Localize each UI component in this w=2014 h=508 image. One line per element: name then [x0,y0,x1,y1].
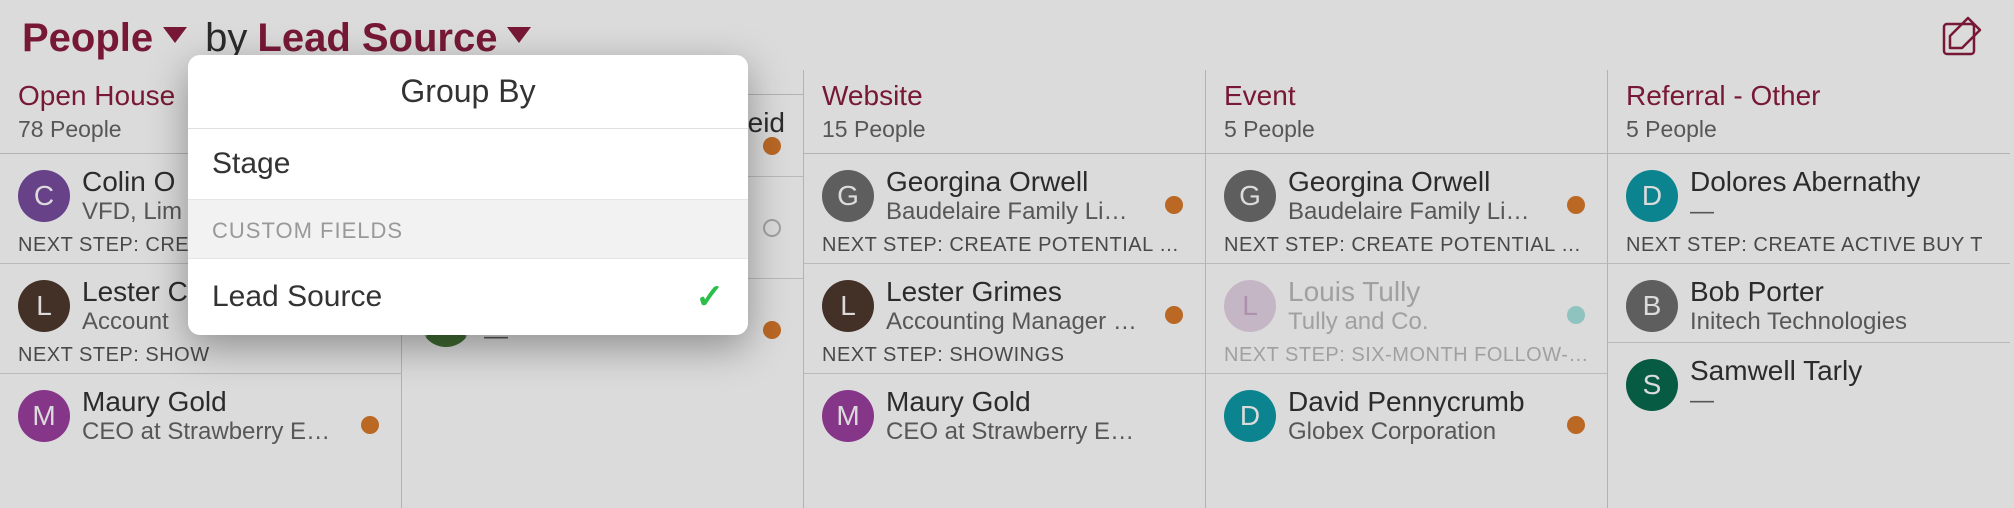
person-name: Georgina Orwell [1288,166,1548,198]
person-card[interactable]: L Louis TullyTully and Co. NEXT STEP: SIX-… [1206,264,1607,374]
person-subtitle: — [1690,387,1862,415]
popover-item-label: Lead Source [212,280,382,314]
person-subtitle: Account [82,308,188,336]
next-step-label: NEXT STEP: SIX-MONTH FOLLOW-UP [1224,344,1589,367]
avatar: D [1224,390,1276,442]
person-card[interactable]: M Maury GoldCEO at Strawberry Ente… [0,374,401,446]
popover-item-stage[interactable]: Stage [188,129,748,199]
person-card[interactable]: D David PennycrumbGlobex Corporation [1206,374,1607,446]
person-name: Maury Gold [886,386,1146,418]
column-count: 15 People [822,116,1187,143]
avatar: G [822,170,874,222]
avatar: L [1224,280,1276,332]
person-subtitle: Tully and Co. [1288,308,1429,336]
column-count: 5 People [1224,116,1589,143]
person-name: Samwell Tarly [1690,355,1862,387]
compose-icon[interactable] [1938,14,1984,65]
status-dot [1567,416,1585,434]
kanban-column: Referral - Other 5 People D Dolores Abernat… [1608,70,2010,508]
person-name: Georgina Orwell [886,166,1146,198]
person-card[interactable]: L Lester GrimesAccounting Manager at… NEXT… [804,264,1205,374]
status-dot [1165,306,1183,324]
list-label: People [22,16,153,61]
person-name: Lester C [82,276,188,308]
person-name: David Pennycrumb [1288,386,1525,418]
column-title: Event [1224,80,1589,112]
person-card[interactable]: G Georgina OrwellBaudelaire Family Limit…… [804,154,1205,264]
column-title: Website [822,80,1187,112]
list-selector[interactable]: People [22,16,187,61]
chevron-down-icon [163,27,187,43]
avatar: L [822,280,874,332]
avatar: M [822,390,874,442]
kanban-column: Event 5 People G Georgina OrwellBaudelaire … [1206,70,1608,508]
next-step-label: NEXT STEP: CREATE POTENTIAL LISTI… [1224,234,1589,257]
next-step-label: NEXT STEP: SHOW [18,344,383,367]
column-header: Event 5 People [1206,70,1607,154]
avatar: D [1626,170,1678,222]
avatar: G [1224,170,1276,222]
person-subtitle: — [1690,198,1920,226]
column-title: Referral - Other [1626,80,1992,112]
person-name: Lester Grimes [886,276,1146,308]
person-name: Louis Tully [1288,276,1429,308]
avatar: B [1626,280,1678,332]
groupby-selector[interactable]: Lead Source [257,16,531,61]
person-card[interactable]: D Dolores Abernathy— NEXT STEP: CREATE ACT… [1608,154,2010,264]
status-dot [361,416,379,434]
person-name: Colin O [82,166,182,198]
groupby-label: Lead Source [257,16,497,61]
popover-item-leadsource[interactable]: Lead Source ✓ [188,259,748,335]
person-name: Bob Porter [1690,276,1907,308]
person-subtitle: Baudelaire Family Limit… [886,198,1146,226]
groupby-popover: Group By Stage CUSTOM FIELDS Lead Source… [188,55,748,335]
chevron-down-icon [507,27,531,43]
by-label: by [205,16,247,61]
status-dot [763,321,781,339]
person-subtitle: Initech Technologies [1690,308,1907,336]
next-step-label: NEXT STEP: CREATE POTENTIAL LISTI… [822,234,1187,257]
person-card[interactable]: G Georgina OrwellBaudelaire Family Limit…… [1206,154,1607,264]
next-step-label: NEXT STEP: SHOWINGS [822,344,1187,367]
column-count: 5 People [1626,116,1992,143]
person-card[interactable]: M Maury GoldCEO at Strawberry Ente… [804,374,1205,446]
status-dot [763,219,781,237]
kanban-column: Website 15 People G Georgina OrwellBaudelai… [804,70,1206,508]
avatar: S [1626,359,1678,411]
person-card[interactable]: S Samwell Tarly— [1608,343,2010,415]
person-subtitle: Accounting Manager at… [886,308,1146,336]
person-name: Maury Gold [82,386,342,418]
status-dot [1567,306,1585,324]
status-dot [1567,196,1585,214]
avatar: L [18,280,70,332]
person-name: Dolores Abernathy [1690,166,1920,198]
person-subtitle: Globex Corporation [1288,418,1525,446]
next-step-label: NEXT STEP: CREATE ACTIVE BUY T [1626,234,1992,257]
person-subtitle: CEO at Strawberry Ente… [82,418,342,446]
avatar: C [18,170,70,222]
column-header: Website 15 People [804,70,1205,154]
column-header: Referral - Other 5 People [1608,70,2010,154]
avatar: M [18,390,70,442]
person-subtitle: CEO at Strawberry Ente… [886,418,1146,446]
popover-title: Group By [188,55,748,129]
status-dot [1165,196,1183,214]
person-card[interactable]: B Bob PorterInitech Technologies [1608,264,2010,343]
person-subtitle: Baudelaire Family Limit… [1288,198,1548,226]
person-subtitle: VFD, Lim [82,198,182,226]
popover-item-label: Stage [212,147,290,181]
status-dot [763,137,781,155]
check-icon: ✓ [696,277,725,317]
popover-section-label: CUSTOM FIELDS [188,199,748,259]
